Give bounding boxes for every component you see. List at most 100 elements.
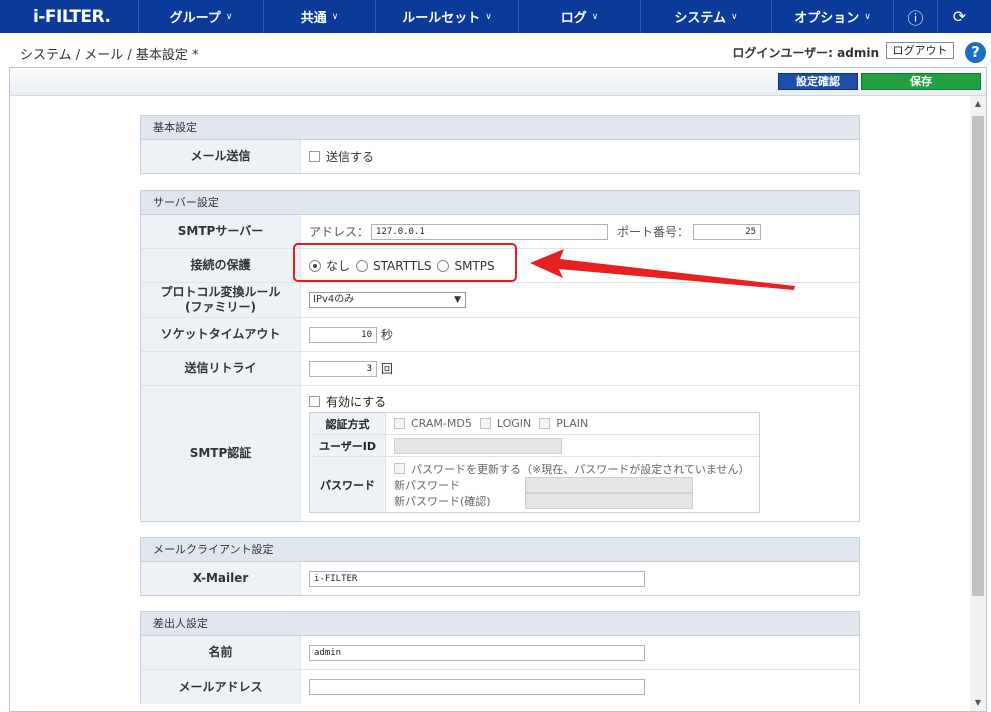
login-checkbox[interactable] bbox=[479, 418, 491, 429]
new-password-line: 新パスワード bbox=[394, 476, 693, 493]
auth-enable-label: 有効にする bbox=[326, 394, 387, 409]
nav-system[interactable]: システム ∨ bbox=[640, 0, 771, 33]
top-nav: i-FILTER. グループ ∨ 共通 ∨ ルールセット ∨ ログ ∨ システム ∨ オプ… bbox=[0, 0, 991, 33]
password-update-line: パスワードを更新する（※現在、パスワードが設定されていません） bbox=[394, 461, 750, 477]
new-password-confirm-label: 新パスワード(確認) bbox=[394, 494, 491, 508]
info-icon[interactable]: ⓘ bbox=[893, 0, 937, 33]
socket-timeout-row: ソケットタイムアウト 10 秒 bbox=[141, 318, 859, 352]
nav-log[interactable]: ログ ∨ bbox=[518, 0, 640, 33]
sender-name-label: 名前 bbox=[141, 636, 301, 669]
chevron-down-icon: ∨ bbox=[591, 11, 599, 22]
port-input[interactable]: 25 bbox=[693, 223, 762, 240]
nav-system-label: システム bbox=[674, 11, 727, 26]
nav-group[interactable]: グループ ∨ bbox=[138, 0, 263, 33]
basic-settings-title: 基本設定 bbox=[141, 116, 859, 140]
protocol-rule-label-line1: プロトコル変換ルール bbox=[160, 285, 281, 299]
server-settings-title: サーバー設定 bbox=[141, 191, 859, 215]
nav-log-label: ログ bbox=[560, 11, 587, 26]
chevron-down-icon: ∨ bbox=[864, 11, 871, 22]
sender-name-input[interactable]: admin bbox=[309, 644, 645, 661]
refresh-icon[interactable]: ⟳ bbox=[937, 0, 981, 33]
smtp-auth-label: SMTP認証 bbox=[141, 386, 301, 521]
user-id-input[interactable] bbox=[394, 437, 562, 454]
nav-option-label: オプション bbox=[794, 11, 860, 26]
password-update-checkbox[interactable] bbox=[394, 463, 405, 474]
port-label: ポート番号： bbox=[617, 225, 690, 239]
socket-timeout-unit: 秒 bbox=[381, 328, 394, 342]
send-retry-unit: 回 bbox=[381, 362, 394, 376]
sender-title: 差出人設定 bbox=[141, 612, 859, 636]
nav-common-label: 共通 bbox=[300, 11, 327, 26]
send-retry-row: 送信リトライ 3 回 bbox=[141, 352, 859, 386]
auth-method-row: 認証方式 CRAM-MD5 LOGIN PLAIN bbox=[310, 413, 759, 435]
sender-email-label: メールアドレス bbox=[141, 670, 301, 704]
cram-md5-label: CRAM-MD5 bbox=[411, 417, 472, 430]
x-mailer-label: X-Mailer bbox=[141, 562, 301, 595]
mail-send-label: メール送信 bbox=[141, 140, 301, 173]
socket-timeout-input[interactable]: 10 bbox=[309, 326, 377, 343]
confirm-settings-button[interactable]: 設定確認 bbox=[778, 73, 858, 90]
logout-button[interactable]: ログアウト bbox=[886, 42, 954, 59]
auth-sub-table: 認証方式 CRAM-MD5 LOGIN PLAIN ユーザーID パスワード パ… bbox=[309, 412, 760, 513]
login-user: ログインユーザー: admin bbox=[732, 46, 879, 60]
protocol-family-value: IPv4のみ bbox=[313, 294, 355, 305]
send-retry-input[interactable]: 3 bbox=[309, 360, 377, 377]
breadcrumb: システム / メール / 基本設定 * bbox=[20, 48, 199, 63]
auth-enable-line: 有効にする bbox=[309, 393, 859, 409]
toolbar: 設定確認 保存 bbox=[10, 68, 986, 96]
scroll-up-arrow-icon[interactable]: ▲ bbox=[970, 96, 986, 112]
new-password-confirm-line: 新パスワード(確認) bbox=[394, 492, 693, 509]
nav-option[interactable]: オプション ∨ bbox=[771, 0, 893, 33]
x-mailer-row: X-Mailer i-FILTER bbox=[141, 562, 859, 595]
sender-email-input[interactable] bbox=[309, 679, 645, 695]
annotation-highlight-box bbox=[293, 243, 517, 282]
address-label: アドレス： bbox=[309, 225, 370, 239]
smtp-server-label: SMTPサーバー bbox=[141, 215, 301, 248]
nav-ruleset[interactable]: ルールセット ∨ bbox=[375, 0, 518, 33]
protocol-rule-label: プロトコル変換ルール (ファミリー) bbox=[141, 283, 301, 317]
basic-settings-section: 基本設定 メール送信 送信する bbox=[140, 115, 860, 174]
address-input[interactable]: 127.0.0.1 bbox=[371, 223, 609, 240]
sender-section: 差出人設定 名前 admin メールアドレス bbox=[140, 611, 860, 704]
smtp-auth-row: SMTP認証 有効にする 認証方式 CRAM-MD5 LOGIN PLAIN ユ… bbox=[141, 386, 859, 521]
x-mailer-input[interactable]: i-FILTER bbox=[309, 570, 645, 587]
mail-send-row: メール送信 送信する bbox=[141, 140, 859, 173]
nav-group-label: グループ bbox=[169, 11, 221, 26]
new-password-input[interactable] bbox=[525, 476, 693, 493]
mail-send-option-label: 送信する bbox=[326, 150, 375, 164]
plain-label: PLAIN bbox=[556, 417, 589, 430]
chevron-down-icon: ∨ bbox=[225, 11, 233, 22]
cram-md5-checkbox[interactable] bbox=[394, 418, 405, 429]
password-row: パスワード パスワードを更新する（※現在、パスワードが設定されていません） 新パ… bbox=[310, 457, 759, 512]
mail-send-checkbox[interactable] bbox=[309, 151, 320, 162]
plain-checkbox[interactable] bbox=[539, 418, 551, 429]
login-label: LOGIN bbox=[496, 417, 532, 430]
user-id-row: ユーザーID bbox=[310, 435, 759, 457]
content-frame: 設定確認 保存 基本設定 メール送信 送信する サーバー設定 SMTPサーバー … bbox=[9, 67, 987, 712]
smtp-auth-content: 有効にする 認証方式 CRAM-MD5 LOGIN PLAIN ユーザーID パ… bbox=[301, 386, 859, 521]
new-password-label: 新パスワード bbox=[394, 478, 460, 492]
nav-common[interactable]: 共通 ∨ bbox=[263, 0, 375, 33]
chevron-down-icon: ∨ bbox=[731, 11, 738, 22]
auth-enable-checkbox[interactable] bbox=[309, 395, 320, 407]
nav-ruleset-label: ルールセット bbox=[402, 11, 481, 26]
vertical-scrollbar[interactable]: ▲ ▼ bbox=[970, 96, 986, 711]
help-icon[interactable]: ? bbox=[965, 42, 986, 63]
server-settings-section: サーバー設定 SMTPサーバー アドレス： 127.0.0.1 ポート番号： 2… bbox=[140, 190, 860, 522]
brand-logo[interactable]: i-FILTER. bbox=[0, 0, 138, 33]
protocol-rule-label-line2: (ファミリー) bbox=[185, 300, 256, 314]
socket-timeout-label: ソケットタイムアウト bbox=[141, 318, 301, 351]
sender-email-row: メールアドレス bbox=[141, 670, 859, 704]
scroll-down-arrow-icon[interactable]: ▼ bbox=[970, 695, 986, 711]
connection-protection-label: 接続の保護 bbox=[141, 249, 301, 282]
save-button[interactable]: 保存 bbox=[861, 73, 981, 90]
chevron-down-icon: ∨ bbox=[485, 11, 492, 22]
dropdown-arrow-icon: ▼ bbox=[454, 295, 461, 305]
scroll-thumb[interactable] bbox=[972, 116, 984, 596]
password-update-label: パスワードを更新する（※現在、パスワードが設定されていません） bbox=[411, 462, 750, 476]
new-password-confirm-input[interactable] bbox=[525, 492, 693, 509]
mail-client-section: メールクライアント設定 X-Mailer i-FILTER bbox=[140, 537, 860, 596]
send-retry-label: 送信リトライ bbox=[141, 352, 301, 385]
protocol-family-select[interactable]: IPv4のみ ▼ bbox=[309, 292, 466, 308]
mail-client-title: メールクライアント設定 bbox=[141, 538, 859, 562]
